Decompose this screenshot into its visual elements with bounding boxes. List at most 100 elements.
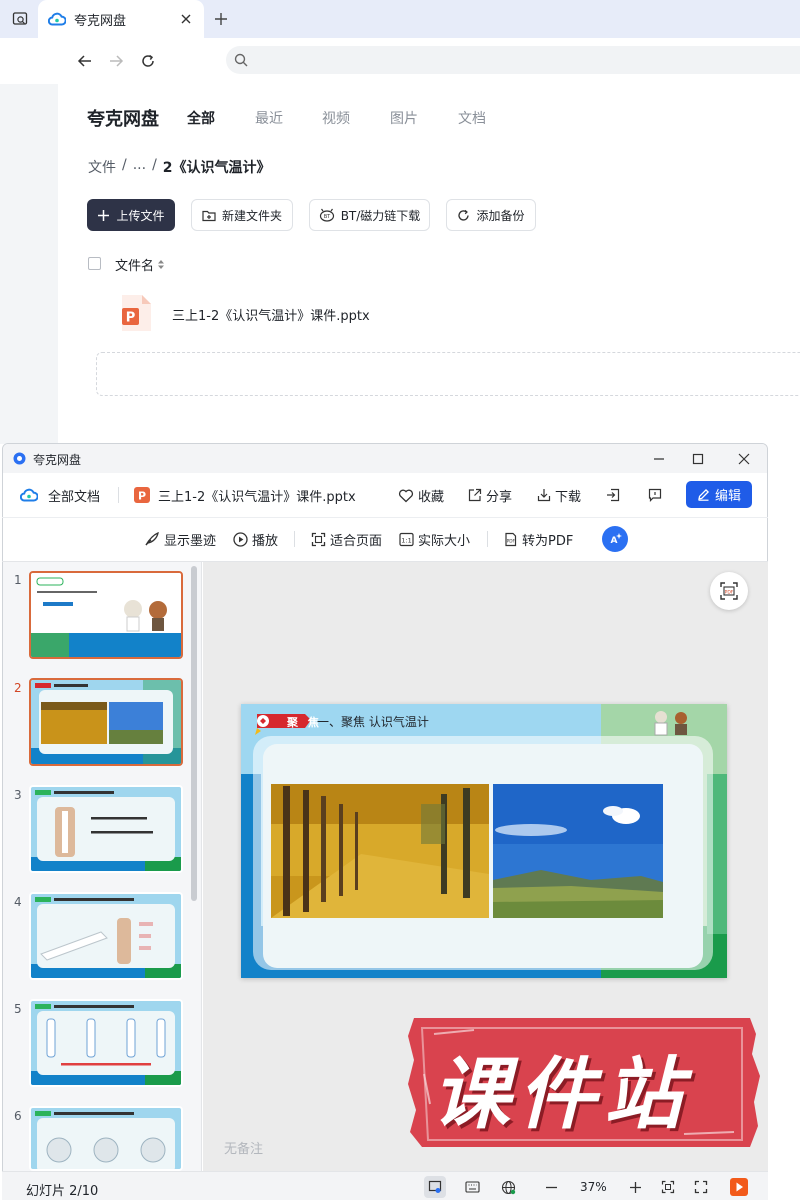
window-close-button[interactable] bbox=[734, 449, 754, 469]
zoom-in-button[interactable] bbox=[624, 1176, 646, 1198]
notes-toggle-button[interactable] bbox=[461, 1176, 483, 1198]
zoom-out-button[interactable] bbox=[540, 1176, 562, 1198]
comment-icon bbox=[648, 488, 662, 502]
select-all-checkbox[interactable] bbox=[88, 257, 101, 270]
close-icon bbox=[738, 453, 750, 465]
bt-download-button[interactable]: BT BT/磁力链下载 bbox=[309, 199, 430, 231]
actual-size-label: 实际大小 bbox=[418, 533, 471, 549]
fit-window-button[interactable] bbox=[657, 1176, 679, 1198]
svg-text:PDF: PDF bbox=[725, 590, 734, 596]
slide-title: 一、聚焦 认识气温计 bbox=[317, 715, 429, 729]
new-tab-button[interactable] bbox=[212, 10, 230, 28]
open-external-button[interactable] bbox=[606, 485, 620, 505]
status-bar bbox=[2, 1171, 768, 1200]
play-icon bbox=[233, 531, 248, 547]
reload-icon bbox=[140, 53, 156, 69]
slide-thumbnail-1[interactable] bbox=[29, 571, 183, 659]
watermark-text: 课件站 bbox=[432, 1050, 691, 1140]
actual-size-icon: 1:1 bbox=[399, 532, 414, 547]
forward-button[interactable] bbox=[106, 51, 126, 71]
all-docs-button[interactable]: 全部文档 bbox=[20, 485, 100, 505]
svg-text:1:1: 1:1 bbox=[401, 536, 411, 544]
reload-button[interactable] bbox=[138, 51, 158, 71]
slide-notes[interactable]: 无备注 bbox=[224, 1138, 263, 1157]
toolbar-divider bbox=[487, 531, 488, 547]
slideshow-button[interactable] bbox=[728, 1176, 750, 1198]
fit-page-icon bbox=[311, 532, 326, 547]
tab-docs[interactable]: 文档 bbox=[458, 108, 486, 128]
app-logo-icon bbox=[13, 452, 26, 465]
download-button[interactable]: 下载 bbox=[537, 485, 581, 505]
upload-button[interactable]: 上传文件 bbox=[87, 199, 175, 231]
show-ink-button[interactable]: 显示墨迹 bbox=[144, 529, 216, 549]
browser-tab-bar: 夸克网盘 bbox=[0, 0, 800, 38]
thumbnail-scrollbar[interactable] bbox=[191, 566, 197, 901]
svg-text:P: P bbox=[126, 311, 136, 326]
bt-magnet-icon: BT bbox=[319, 208, 335, 222]
add-backup-label: 添加备份 bbox=[476, 208, 525, 223]
browser-tab-active[interactable]: 夸克网盘 bbox=[38, 0, 204, 38]
thumbnail-2-art bbox=[31, 680, 181, 764]
slide-thumbnail-2[interactable] bbox=[29, 678, 183, 766]
sort-icon bbox=[157, 259, 165, 270]
actual-size-button[interactable]: 1:1 实际大小 bbox=[399, 529, 470, 549]
tab-close-button[interactable] bbox=[178, 11, 194, 27]
slide-thumbnail-3[interactable] bbox=[29, 785, 183, 873]
ai-sparkle-icon: A bbox=[608, 532, 622, 546]
tab-all[interactable]: 全部 bbox=[187, 108, 215, 128]
play-button[interactable]: 播放 bbox=[233, 529, 278, 549]
current-slide[interactable]: 聚 焦 一、聚焦 认识气温计 bbox=[241, 704, 727, 978]
slide-view-button[interactable] bbox=[424, 1176, 446, 1198]
slide-thumbnail-4[interactable] bbox=[29, 892, 183, 980]
breadcrumb: 文件 / ... / 2《认识气温计》 bbox=[88, 157, 271, 177]
upload-drop-zone[interactable] bbox=[96, 352, 800, 396]
tab-images[interactable]: 图片 bbox=[390, 108, 418, 128]
fullscreen-button[interactable] bbox=[690, 1176, 712, 1198]
breadcrumb-root[interactable]: 文件 bbox=[88, 157, 116, 177]
address-bar[interactable] bbox=[226, 46, 800, 74]
breadcrumb-ellipsis[interactable]: ... bbox=[133, 157, 146, 177]
new-folder-button[interactable]: 新建文件夹 bbox=[191, 199, 293, 231]
add-backup-button[interactable]: 添加备份 bbox=[446, 199, 536, 231]
back-button[interactable] bbox=[75, 51, 95, 71]
to-pdf-button[interactable]: PDF 转为PDF bbox=[503, 529, 573, 549]
tab-recent[interactable]: 最近 bbox=[255, 108, 283, 128]
pptx-file-icon[interactable]: P bbox=[120, 294, 152, 332]
maximize-button[interactable] bbox=[688, 449, 708, 469]
fullscreen-icon bbox=[694, 1180, 708, 1194]
language-button[interactable] bbox=[497, 1176, 519, 1198]
tab-search-button[interactable] bbox=[8, 7, 32, 31]
column-header-name[interactable]: 文件名 bbox=[115, 255, 165, 274]
pdf-float-button[interactable]: PDF bbox=[710, 572, 748, 610]
arrow-right-icon bbox=[108, 53, 124, 69]
tab-search-icon bbox=[12, 11, 28, 27]
slide-thumbnail-6[interactable] bbox=[29, 1106, 183, 1171]
toolbar-divider bbox=[118, 487, 119, 503]
plus-icon bbox=[629, 1181, 642, 1194]
pencil-icon bbox=[697, 488, 710, 501]
feedback-button[interactable] bbox=[648, 485, 662, 505]
svg-text:A: A bbox=[611, 536, 618, 546]
thumbnail-number: 4 bbox=[14, 895, 22, 909]
ai-assistant-button[interactable]: A bbox=[602, 526, 628, 552]
edit-button[interactable]: 编辑 bbox=[686, 481, 752, 508]
tab-video[interactable]: 视频 bbox=[322, 108, 350, 128]
slide-thumbnail-5[interactable] bbox=[29, 999, 183, 1087]
folder-plus-icon bbox=[202, 209, 216, 222]
zoom-level[interactable]: 37% bbox=[580, 1180, 607, 1194]
minimize-button[interactable] bbox=[649, 449, 669, 469]
fit-page-label: 适合页面 bbox=[330, 533, 383, 549]
plus-icon bbox=[214, 12, 228, 26]
file-name[interactable]: 三上1-2《认识气温计》课件.pptx bbox=[172, 305, 370, 324]
breadcrumb-current: 2《认识气温计》 bbox=[162, 160, 271, 176]
download-icon bbox=[537, 488, 551, 502]
fit-page-button[interactable]: 适合页面 bbox=[311, 529, 382, 549]
bt-download-label: BT/磁力链下载 bbox=[340, 208, 421, 223]
fit-screen-icon bbox=[661, 1180, 675, 1194]
viewer-title-bar: 夸克网盘 bbox=[3, 444, 767, 473]
play-label: 播放 bbox=[252, 533, 279, 549]
favorite-button[interactable]: 收藏 bbox=[398, 485, 444, 505]
share-button[interactable]: 分享 bbox=[468, 485, 512, 505]
document-title: P 三上1-2《认识气温计》课件.pptx bbox=[134, 485, 356, 505]
sync-icon bbox=[457, 209, 470, 222]
